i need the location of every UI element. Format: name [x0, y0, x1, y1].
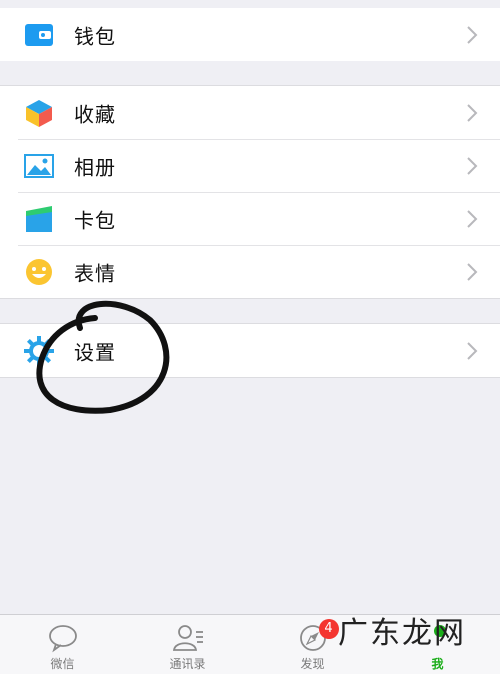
chevron-right-icon — [467, 209, 478, 228]
menu-item-album[interactable]: 相册 — [0, 139, 500, 192]
tab-contacts[interactable]: 通讯录 — [125, 615, 250, 674]
tab-label: 通讯录 — [169, 657, 206, 671]
menu-item-card-pack[interactable]: 卡包 — [0, 192, 500, 245]
tab-chats[interactable]: 微信 — [0, 615, 125, 674]
chevron-right-icon — [467, 103, 478, 122]
settings-gear-icon — [24, 335, 54, 366]
tab-label: 发现 — [300, 657, 325, 671]
chevron-right-icon — [467, 262, 478, 281]
menu-item-label: 钱包 — [74, 24, 116, 48]
menu-item-label: 相册 — [74, 155, 116, 179]
menu-item-label: 设置 — [74, 340, 116, 364]
wallet-icon — [24, 20, 54, 50]
chevron-right-icon — [467, 156, 478, 175]
contacts-icon — [172, 625, 203, 651]
settings-group: 设置 — [0, 323, 500, 378]
chat-bubble-icon — [48, 625, 77, 653]
smiley-icon — [24, 257, 54, 287]
menu-item-label: 表情 — [74, 261, 116, 285]
me-screen: 钱包 收藏 相册 卡包 表情 设置 微信 通讯录 4 发现 我 广东龙网 — [0, 0, 500, 674]
chevron-right-icon — [467, 25, 478, 44]
discover-badge: 4 — [318, 619, 339, 639]
menu-item-wallet[interactable]: 钱包 — [0, 8, 500, 61]
tab-label: 我 — [431, 657, 444, 671]
content-group: 收藏 相册 卡包 表情 — [0, 85, 500, 299]
menu-item-stickers[interactable]: 表情 — [0, 245, 500, 298]
menu-item-favorites[interactable]: 收藏 — [0, 86, 500, 139]
card-pack-icon — [24, 204, 54, 234]
chevron-right-icon — [467, 341, 478, 360]
favorites-cube-icon — [24, 98, 54, 128]
watermark-text: 广东龙网 — [338, 616, 466, 651]
tab-label: 微信 — [50, 657, 75, 671]
wallet-group: 钱包 — [0, 8, 500, 61]
album-icon — [24, 151, 54, 181]
menu-item-settings[interactable]: 设置 — [0, 324, 500, 377]
menu-item-label: 卡包 — [74, 208, 116, 232]
menu-item-label: 收藏 — [74, 102, 116, 126]
